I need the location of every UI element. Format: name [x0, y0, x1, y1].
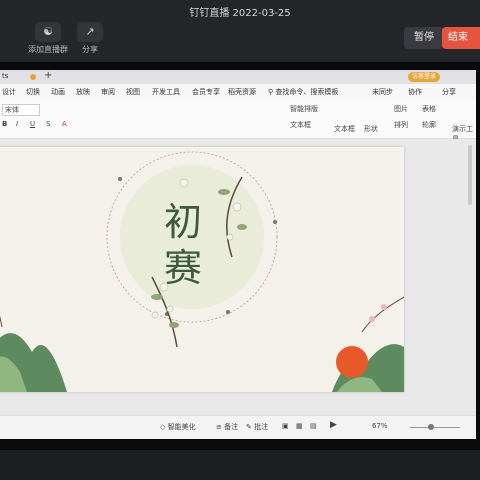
arrange-button[interactable]: 排列 [394, 120, 408, 130]
wps-window: ts + 访客登录 设计 切换 动画 放映 审阅 视图 开发工具 会员专享 稻壳… [0, 70, 476, 439]
live-title: 钉钉直播 2022-03-25 [189, 8, 291, 19]
group-add-icon: ☯ [35, 22, 61, 42]
reading-view-icon[interactable]: ▤ [310, 422, 317, 430]
textbox-button[interactable]: 文本框 [334, 124, 355, 134]
menu-slideshow[interactable]: 放映 [76, 87, 90, 97]
font-color-icon[interactable]: A [62, 120, 67, 128]
comment-button[interactable]: ✎ 批注 [246, 422, 268, 432]
slide[interactable]: 初 赛 [0, 147, 404, 392]
slide-title-line2: 赛 [164, 246, 203, 290]
menu-devtools[interactable]: 开发工具 [152, 87, 180, 97]
italic-icon[interactable]: I [16, 120, 18, 128]
member-badge[interactable]: 访客登录 [408, 72, 441, 82]
menu-animation[interactable]: 动画 [51, 87, 65, 97]
textbox-small-label[interactable]: 文本框 [290, 120, 311, 130]
bottom-bar [0, 450, 480, 480]
command-search[interactable]: ⚲ 查找命令、搜索模板 [268, 87, 338, 97]
ribbon: 宋体 B I U S A 智能排版 文本框 文本框 形状 图片 排列 表格 轮廓… [0, 100, 476, 143]
menu-transition[interactable]: 切换 [26, 87, 40, 97]
menu-resources[interactable]: 稻壳资源 [228, 87, 256, 97]
share-button[interactable]: ↗ 分享 [60, 22, 120, 55]
pause-button[interactable]: 暂停 [404, 27, 444, 49]
live-topbar: 钉钉直播 2022-03-25 ☯ 添加直播群 ↗ 分享 暂停 结束 [0, 0, 480, 62]
zoom-slider[interactable] [410, 427, 460, 428]
notes-icon: ≡ [216, 423, 222, 431]
share-icon: ↗ [77, 22, 103, 42]
sync-status[interactable]: 未同步 [372, 87, 393, 97]
comment-icon: ✎ [246, 423, 252, 431]
table-small-label[interactable]: 表格 [422, 104, 436, 114]
menu-design[interactable]: 设计 [2, 87, 16, 97]
notes-button[interactable]: ≡ 备注 [216, 422, 238, 432]
menu-review[interactable]: 审阅 [101, 87, 115, 97]
menu-view[interactable]: 视图 [126, 87, 140, 97]
outline-small-label[interactable]: 轮廓 [422, 120, 436, 130]
collab-button[interactable]: 协作 [408, 87, 422, 97]
underline-icon[interactable]: U [30, 120, 35, 128]
zoom-level[interactable]: 67% [372, 422, 388, 430]
unsaved-dot-icon [30, 74, 36, 80]
shape-button[interactable]: 形状 [364, 124, 378, 134]
strike-icon[interactable]: S [46, 120, 50, 128]
new-tab-icon[interactable]: + [44, 70, 52, 81]
shared-screen: ts + 访客登录 设计 切换 动画 放映 审阅 视图 开发工具 会员专享 稻壳… [0, 62, 480, 450]
editing-area: 初 赛 [0, 139, 476, 415]
zoom-slider-handle[interactable] [428, 424, 434, 430]
beautify-icon: ◇ [160, 423, 166, 431]
bold-icon[interactable]: B [2, 120, 7, 128]
picture-button[interactable]: 图片 [394, 104, 408, 114]
smart-beautify-button[interactable]: ◇ 智能美化 [160, 422, 196, 432]
share-doc-button[interactable]: 分享 [442, 87, 456, 97]
search-icon: ⚲ [268, 88, 274, 96]
sorter-view-icon[interactable]: ▦ [296, 422, 303, 430]
end-button[interactable]: 结束 [442, 27, 480, 49]
vertical-scrollbar[interactable] [468, 145, 472, 205]
smart-layout-label[interactable]: 智能排版 [290, 104, 318, 114]
menu-bar: 设计 切换 动画 放映 审阅 视图 开发工具 会员专享 稻壳资源 ⚲ 查找命令、… [0, 84, 476, 101]
status-bar: ◇ 智能美化 ≡ 备注 ✎ 批注 ▣ ▦ ▤ ▶ 67% [0, 415, 476, 439]
document-tab[interactable]: ts [2, 72, 8, 80]
menu-member[interactable]: 会员专享 [192, 87, 220, 97]
font-name-select[interactable]: 宋体 [2, 104, 40, 116]
play-icon[interactable]: ▶ [330, 420, 337, 430]
normal-view-icon[interactable]: ▣ [282, 422, 289, 430]
tab-bar: ts + 访客登录 [0, 70, 476, 84]
share-label: 分享 [82, 45, 98, 54]
